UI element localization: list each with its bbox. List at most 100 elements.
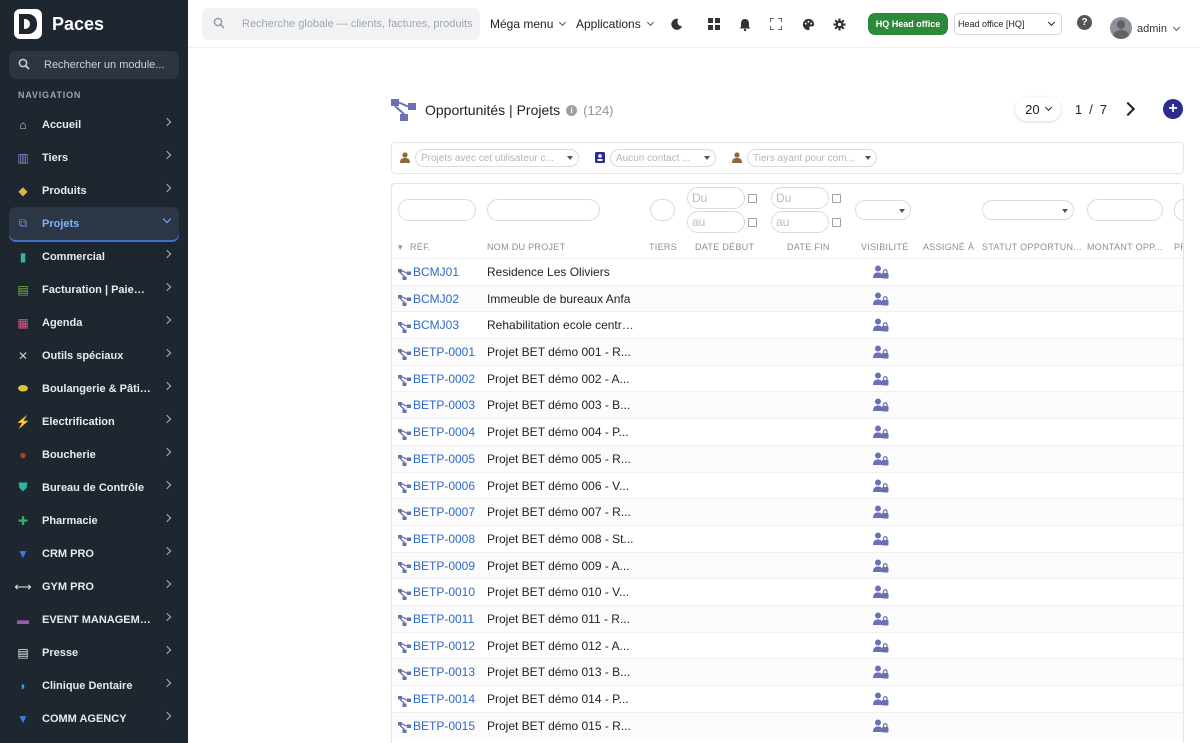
info-icon[interactable]: i: [566, 104, 578, 116]
applications-menu[interactable]: Applications: [576, 17, 654, 31]
table-row[interactable]: BCMJ03 Rehabilitation ecole centrale: [392, 311, 1183, 338]
project-ref-link[interactable]: BETP-0007: [413, 505, 475, 519]
sort-caret-icon[interactable]: ▾: [398, 242, 403, 253]
table-row[interactable]: BETP-0015 Projet BET démo 015 - R...: [392, 711, 1183, 739]
next-page-icon[interactable]: [1120, 101, 1136, 117]
sidebar-item-facturation-paiement[interactable]: ▤ Facturation | Paiement: [0, 273, 188, 306]
project-ref-link[interactable]: BETP-0014: [413, 692, 475, 706]
module-search-input[interactable]: [44, 59, 174, 71]
sidebar-item-electrification[interactable]: ⚡ Electrification: [0, 405, 188, 438]
user-filter-select[interactable]: Projets avec cet utilisateur c...: [415, 149, 579, 167]
sidebar-item-presse[interactable]: ▤ Presse: [0, 636, 188, 669]
sidebar-item-comm-agency[interactable]: ▼ COMM AGENCY: [0, 702, 188, 735]
project-ref-link[interactable]: BETP-0011: [413, 612, 474, 626]
end-date-to-input[interactable]: au: [771, 211, 829, 233]
project-ref-link[interactable]: BETP-0002: [413, 372, 475, 386]
table-row[interactable]: BCMJ01 Residence Les Oliviers: [392, 258, 1183, 285]
sidebar-item-clinique-dentaire[interactable]: ◗ Clinique Dentaire: [0, 669, 188, 702]
page-current[interactable]: 1: [1075, 102, 1082, 117]
sidebar-item-produits[interactable]: ◆ Produits: [0, 174, 188, 207]
per-page-select[interactable]: 20: [1014, 97, 1061, 121]
start-date-to-input[interactable]: au: [687, 211, 745, 233]
avatar[interactable]: [1110, 17, 1132, 39]
project-ref-link[interactable]: BETP-0010: [413, 585, 475, 599]
calendar-icon[interactable]: [748, 218, 757, 227]
dark-mode-icon[interactable]: [668, 16, 684, 32]
sidebar-item-boulangerie-p-tisserie[interactable]: ⬬ Boulangerie & Pâtisserie: [0, 372, 188, 405]
bell-icon[interactable]: [737, 16, 753, 32]
sidebar-item-accueil[interactable]: ⌂ Accueil: [0, 108, 188, 141]
extra-filter-input[interactable]: [1174, 199, 1183, 221]
col-header-status[interactable]: STATUT OPPORTUN...: [982, 242, 1082, 252]
palette-icon[interactable]: [800, 16, 816, 32]
start-date-from-input[interactable]: Du: [687, 187, 745, 209]
project-ref-link[interactable]: BETP-0009: [413, 559, 475, 573]
project-ref-link[interactable]: BETP-0006: [413, 479, 475, 493]
table-row[interactable]: BETP-0003 Projet BET démo 003 - B...: [392, 391, 1183, 419]
table-row[interactable]: BCMJ02 Immeuble de bureaux Anfa: [392, 284, 1183, 312]
sidebar-item-tiers[interactable]: ▥ Tiers: [0, 141, 188, 174]
project-ref-link[interactable]: BETP-0008: [413, 532, 475, 546]
col-header-amount[interactable]: MONTANT OPP...: [1087, 242, 1163, 252]
col-header-end-date[interactable]: DATE FIN: [787, 242, 830, 252]
brand[interactable]: Paces: [14, 9, 104, 39]
table-row[interactable]: BETP-0013 Projet BET démo 013 - B...: [392, 658, 1183, 685]
sidebar-item-agenda[interactable]: ▦ Agenda: [0, 306, 188, 339]
col-header-tiers[interactable]: TIERS: [649, 242, 677, 252]
visibility-filter-select[interactable]: [855, 200, 911, 220]
table-row[interactable]: BETP-0010 Projet BET démo 010 - V...: [392, 578, 1183, 605]
ref-filter-input[interactable]: [398, 199, 476, 221]
status-filter-select[interactable]: [982, 200, 1074, 220]
tiers-filter-select[interactable]: Tiers ayant pour com...: [747, 149, 877, 167]
grid-icon[interactable]: [706, 16, 722, 32]
fullscreen-icon[interactable]: [768, 16, 784, 32]
amount-filter-input[interactable]: [1087, 199, 1163, 221]
sidebar-item-outils-sp-ciaux[interactable]: ✕ Outils spéciaux: [0, 339, 188, 372]
col-header-start-date[interactable]: DATE DÉBUT: [695, 242, 754, 252]
table-row[interactable]: BETP-0009 Projet BET démo 009 - A...: [392, 551, 1183, 579]
col-header-extra[interactable]: PR: [1174, 242, 1183, 252]
sidebar-item-projets[interactable]: ⧉ Projets: [9, 207, 179, 240]
sidebar-item-bureau-de-contr-le[interactable]: ⛊ Bureau de Contrôle: [0, 471, 188, 504]
sidebar-item-event-management[interactable]: ▬ EVENT MANAGEMENT: [0, 603, 188, 636]
project-ref-link[interactable]: BCMJ01: [413, 265, 459, 279]
col-header-visibility[interactable]: VISIBILITÉ: [861, 242, 909, 252]
project-ref-link[interactable]: BETP-0001: [413, 345, 475, 359]
project-ref-link[interactable]: BETP-0013: [413, 665, 475, 679]
help-icon[interactable]: ?: [1077, 15, 1092, 30]
global-search-input[interactable]: [242, 18, 472, 30]
table-row[interactable]: BETP-0004 Projet BET démo 004 - P...: [392, 418, 1183, 445]
calendar-icon[interactable]: [832, 218, 841, 227]
table-row[interactable]: BETP-0001 Projet BET démo 001 - R...: [392, 338, 1183, 365]
table-row[interactable]: BETP-0005 Projet BET démo 005 - R...: [392, 444, 1183, 472]
table-row[interactable]: BETP-0002 Projet BET démo 002 - A...: [392, 364, 1183, 392]
name-filter-input[interactable]: [487, 199, 600, 221]
hq-badge[interactable]: HQ Head office: [868, 13, 948, 35]
tiers-filter-input[interactable]: [650, 199, 675, 221]
sidebar-item-boucherie[interactable]: ● Boucherie: [0, 438, 188, 471]
project-ref-link[interactable]: BETP-0012: [413, 639, 475, 653]
col-header-name[interactable]: NOM DU PROJET: [487, 242, 565, 252]
sidebar-item-gym-pro[interactable]: ⟷ GYM PRO: [0, 570, 188, 603]
gear-icon[interactable]: [831, 16, 847, 32]
contact-filter-select[interactable]: Aucun contact ...: [610, 149, 716, 167]
table-row[interactable]: BETP-0012 Projet BET démo 012 - A...: [392, 631, 1183, 659]
project-ref-link[interactable]: BETP-0005: [413, 452, 475, 466]
project-ref-link[interactable]: BETP-0015: [413, 719, 475, 733]
table-row[interactable]: BETP-0014 Projet BET démo 014 - P...: [392, 685, 1183, 712]
entity-select[interactable]: Head office [HQ]: [954, 13, 1062, 35]
user-menu[interactable]: admin: [1137, 23, 1181, 35]
calendar-icon[interactable]: [832, 194, 841, 203]
table-row[interactable]: BETP-0008 Projet BET démo 008 - St...: [392, 524, 1183, 552]
sidebar-item-pharmacie[interactable]: ✚ Pharmacie: [0, 504, 188, 537]
project-ref-link[interactable]: BETP-0003: [413, 398, 475, 412]
add-project-button[interactable]: +: [1163, 99, 1183, 119]
project-ref-link[interactable]: BCMJ02: [413, 292, 459, 306]
sidebar-item-crm-pro[interactable]: ▼ CRM PRO: [0, 537, 188, 570]
table-row[interactable]: BETP-0011 Projet BET démo 011 - R...: [392, 604, 1183, 632]
table-row[interactable]: BETP-0006 Projet BET démo 006 - V...: [392, 471, 1183, 499]
end-date-from-input[interactable]: Du: [771, 187, 829, 209]
col-header-ref[interactable]: RÉF.: [410, 242, 431, 252]
project-ref-link[interactable]: BCMJ03: [413, 318, 459, 332]
sidebar-item-commercial[interactable]: ▮ Commercial: [0, 240, 188, 273]
